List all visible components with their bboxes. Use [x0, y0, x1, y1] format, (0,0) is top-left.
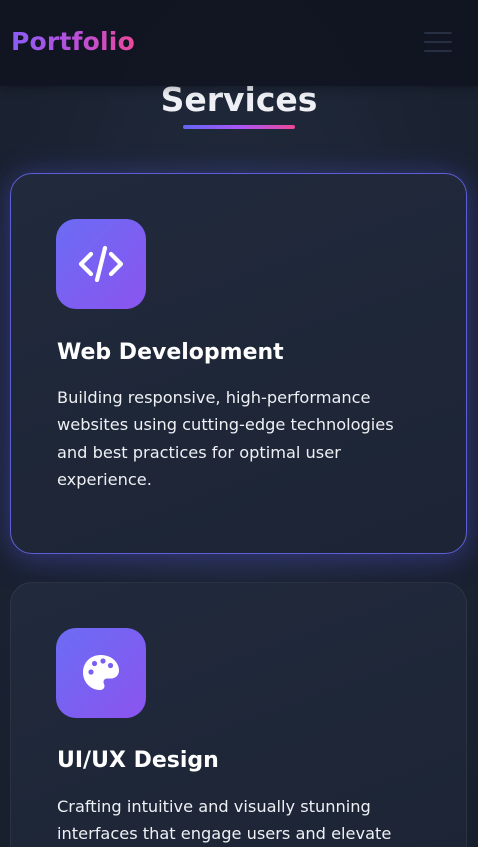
logo[interactable]: Portfolio [11, 27, 135, 56]
palette-icon-svg [83, 655, 119, 690]
page: Portfolio Services Web Development Build… [0, 0, 478, 847]
service-title: UI/UX Design [57, 748, 219, 773]
service-description: Crafting intuitive and visually stunning… [57, 797, 392, 844]
menu-line [424, 41, 452, 43]
code-icon-svg [78, 245, 124, 283]
palette-icon [56, 628, 146, 718]
menu-line [424, 32, 452, 34]
service-title: Web Development [57, 340, 284, 365]
service-card-ui-ux-design[interactable]: UI/UX Design Crafting intuitive and visu… [10, 582, 467, 847]
service-card-web-development[interactable]: Web Development Building responsive, hig… [10, 173, 467, 554]
navbar: Portfolio [0, 0, 478, 86]
hamburger-menu-icon[interactable] [424, 30, 456, 54]
title-underline [183, 125, 295, 129]
code-icon [56, 219, 146, 309]
service-description: Building responsive, high-performance we… [57, 388, 394, 489]
menu-line [424, 50, 452, 52]
